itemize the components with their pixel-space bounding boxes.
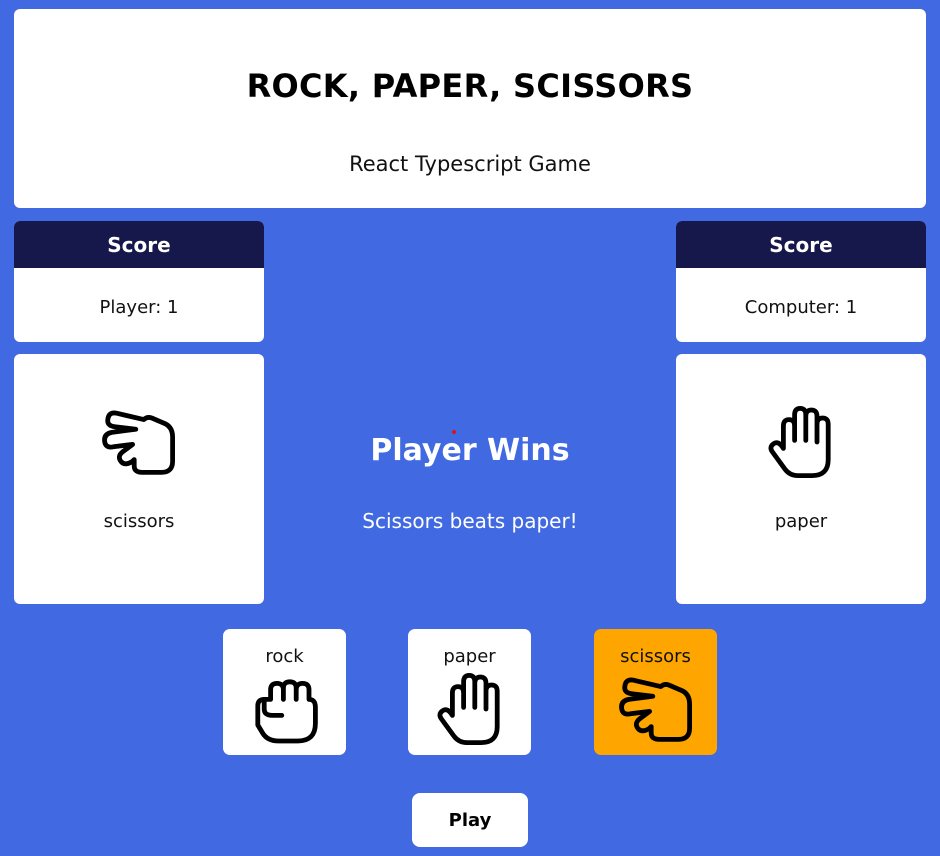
paper-hand-icon [430, 669, 510, 749]
paper-hand-icon [761, 402, 841, 482]
play-button[interactable]: Play [412, 793, 528, 847]
rock-fist-icon [245, 669, 325, 749]
option-paper-label: paper [443, 646, 496, 667]
player-score-value: Player: 1 [99, 297, 179, 318]
option-rock-button[interactable]: rock [223, 629, 346, 755]
scissors-hand-icon [99, 402, 179, 482]
player-score-heading: Score [14, 221, 264, 268]
player-score-card: Score Player: 1 [14, 221, 264, 342]
result-title: Player Wins [370, 433, 570, 468]
computer-score-value: Computer: 1 [744, 297, 858, 318]
cursor-dot [452, 430, 456, 434]
game-subtitle: React Typescript Game [349, 152, 591, 176]
player-choice-card: scissors [14, 354, 264, 604]
option-scissors-label: scissors [620, 646, 691, 667]
option-rock-label: rock [265, 646, 304, 667]
computer-choice-card: paper [676, 354, 926, 604]
computer-choice-label: paper [774, 511, 828, 532]
option-paper-button[interactable]: paper [408, 629, 531, 755]
scissors-hand-icon [616, 669, 696, 749]
result-message: Scissors beats paper! [362, 509, 578, 533]
computer-score-heading: Score [676, 221, 926, 268]
header-card: ROCK, PAPER, SCISSORS React Typescript G… [14, 9, 926, 208]
option-scissors-button[interactable]: scissors [594, 629, 717, 755]
computer-score-card: Score Computer: 1 [676, 221, 926, 342]
player-choice-label: scissors [103, 511, 175, 532]
game-title: ROCK, PAPER, SCISSORS [246, 67, 694, 105]
